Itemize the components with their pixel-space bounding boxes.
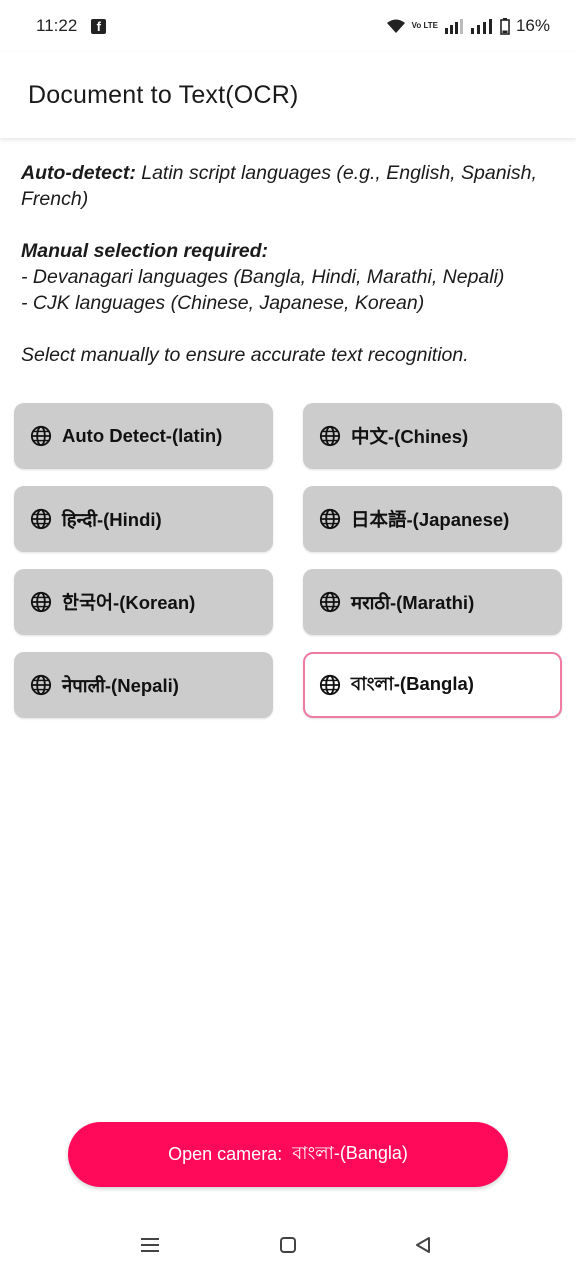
manual-selection-paragraph: Manual selection required: - Devanagari … (21, 238, 566, 316)
page-title: Document to Text(OCR) (28, 80, 299, 109)
language-button-hindi[interactable]: हिन्दी-(Hindi) (14, 486, 273, 552)
language-button-japanese[interactable]: 日本語-(Japanese) (303, 486, 562, 552)
manual-line-devanagari: - Devanagari languages (Bangla, Hindi, M… (21, 266, 505, 288)
volte-icon: Vo LTE (411, 21, 438, 30)
menu-icon[interactable] (140, 1236, 160, 1254)
language-label: मराठी-(Marathi) (351, 591, 475, 613)
manual-selection-label: Manual selection required: (21, 240, 269, 262)
status-bar: 11:22 f Vo LTE 16% (0, 0, 576, 52)
status-left: 11:22 f (36, 16, 107, 36)
language-label: हिन्दी-(Hindi) (62, 508, 162, 530)
language-label: 한국어-(Korean) (62, 592, 196, 613)
globe-icon (30, 674, 52, 696)
back-icon[interactable] (414, 1236, 432, 1254)
system-nav-bar (0, 1210, 576, 1280)
manual-line-cjk: - CJK languages (Chinese, Japanese, Kore… (21, 292, 425, 314)
globe-icon (30, 591, 52, 613)
language-grid: Auto Detect-(latin) 中文-(Chines) हिन्दी-(… (14, 403, 562, 718)
info-text: Auto-detect: Latin script languages (e.g… (21, 160, 566, 394)
globe-icon (319, 508, 341, 530)
language-button-korean[interactable]: 한국어-(Korean) (14, 569, 273, 635)
globe-icon (319, 674, 341, 696)
signal-icon-2 (470, 19, 492, 34)
auto-detect-label: Auto-detect: (21, 162, 136, 184)
auto-detect-paragraph: Auto-detect: Latin script languages (e.g… (21, 160, 566, 212)
status-right: Vo LTE 16% (386, 16, 550, 36)
status-time: 11:22 (36, 16, 78, 35)
manual-footer: Select manually to ensure accurate text … (21, 344, 469, 366)
language-label: नेपाली-(Nepali) (62, 674, 179, 696)
globe-icon (30, 508, 52, 530)
open-camera-button[interactable]: Open camera: বাংলা-(Bangla) (68, 1122, 508, 1187)
battery-percent: 16% (515, 16, 550, 35)
globe-icon (30, 425, 52, 447)
home-icon[interactable] (279, 1236, 297, 1254)
language-button-marathi[interactable]: मराठी-(Marathi) (303, 569, 562, 635)
language-button-chinese[interactable]: 中文-(Chines) (303, 403, 562, 469)
open-camera-language: বাংলা-(Bangla) (292, 1143, 408, 1163)
language-button-nepali[interactable]: नेपाली-(Nepali) (14, 652, 273, 718)
signal-icon (444, 19, 463, 34)
language-label: Auto Detect-(latin) (62, 425, 223, 446)
language-button-bangla[interactable]: বাংলা-(Bangla) (303, 652, 562, 718)
open-camera-prefix: Open camera: (168, 1144, 293, 1164)
battery-icon (500, 17, 510, 35)
app-bar: Document to Text(OCR) (0, 52, 576, 138)
globe-icon (319, 591, 341, 613)
facebook-icon: f (91, 18, 107, 34)
language-label: বাংলা-(Bangla) (351, 672, 474, 694)
globe-icon (319, 425, 341, 447)
language-button-auto-detect[interactable]: Auto Detect-(latin) (14, 403, 273, 469)
wifi-icon (386, 19, 405, 33)
language-label: 中文-(Chines) (351, 426, 469, 447)
language-label: 日本語-(Japanese) (351, 509, 510, 530)
